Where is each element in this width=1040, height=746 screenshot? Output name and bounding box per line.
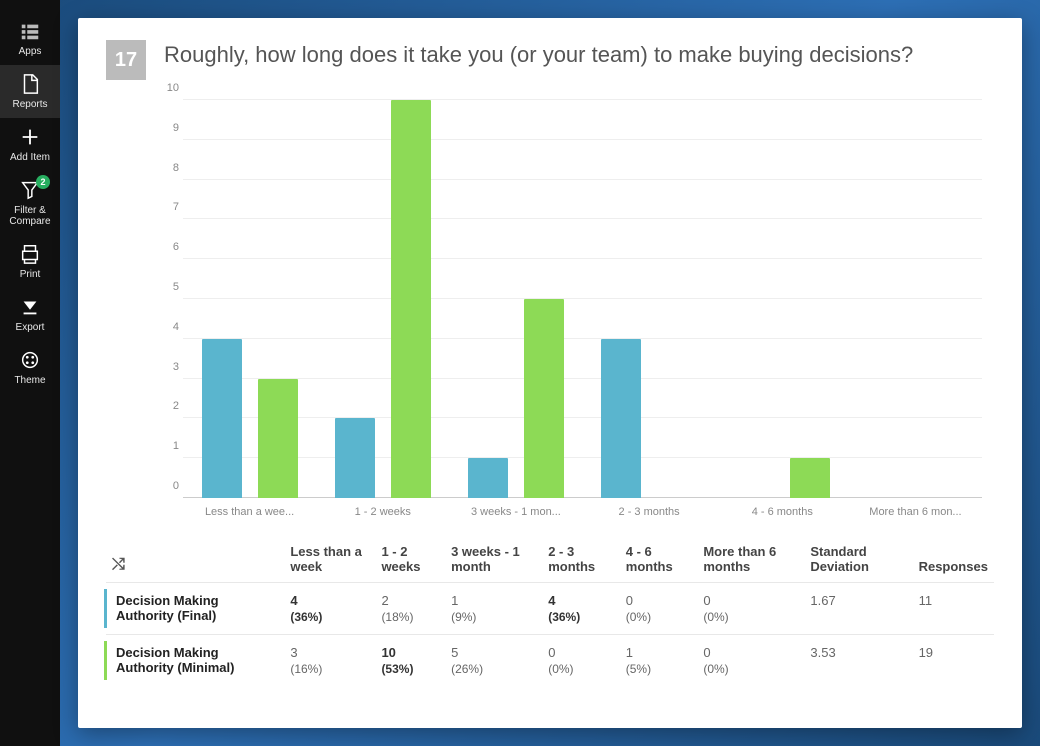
data-cell: 1(9%) (445, 583, 542, 635)
apps-icon (19, 20, 41, 42)
row-label: Decision Making Authority (Minimal) (106, 635, 284, 687)
sidebar-item-apps[interactable]: Apps (0, 12, 60, 65)
column-header: 3 weeks - 1 month (445, 536, 542, 583)
sidebar-item-label: Add Item (0, 152, 60, 163)
sidebar-item-reports[interactable]: Reports (0, 65, 60, 118)
data-cell: 10(53%) (375, 635, 445, 687)
bar[interactable] (524, 299, 564, 498)
sidebar-item-label: Reports (0, 99, 60, 110)
theme-icon (19, 349, 41, 371)
bar[interactable] (391, 100, 431, 498)
bar-group (849, 100, 982, 498)
column-header: Standard Deviation (804, 536, 912, 583)
data-cell: 2(18%) (375, 583, 445, 635)
responses-cell: 11 (913, 583, 994, 635)
y-tick-label: 9 (159, 122, 179, 134)
plus-icon (19, 126, 41, 148)
bar-chart: 012345678910Less than a wee...1 - 2 week… (78, 90, 1022, 528)
column-header: Less than a week (284, 536, 375, 583)
row-label: Decision Making Authority (Final) (106, 583, 284, 635)
sidebar-item-label: Filter & Compare (0, 205, 60, 227)
export-icon (19, 296, 41, 318)
x-tick-label: 2 - 3 months (583, 506, 716, 518)
data-cell: 0(0%) (697, 635, 804, 687)
swap-axes-icon[interactable]: ⤭ (112, 556, 125, 573)
table-row: Decision Making Authority (Minimal)3(16%… (106, 635, 994, 687)
sidebar-item-export[interactable]: Export (0, 288, 60, 341)
print-icon (19, 243, 41, 265)
data-cell: 0(0%) (620, 583, 698, 635)
column-header: More than 6 months (697, 536, 804, 583)
question-title: Roughly, how long does it take you (or y… (164, 40, 913, 70)
bar[interactable] (468, 458, 508, 498)
stddev-cell: 3.53 (804, 635, 912, 687)
data-cell: 5(26%) (445, 635, 542, 687)
data-cell: 3(16%) (284, 635, 375, 687)
bar-group (583, 100, 716, 498)
reports-icon (19, 73, 41, 95)
data-cell: 4(36%) (284, 583, 375, 635)
y-tick-label: 5 (159, 281, 179, 293)
y-tick-label: 4 (159, 321, 179, 333)
bar-group (449, 100, 582, 498)
responses-cell: 19 (913, 635, 994, 687)
x-tick-label: 4 - 6 months (716, 506, 849, 518)
bar-groups (183, 100, 982, 498)
y-tick-label: 0 (159, 480, 179, 492)
data-cell: 1(5%) (620, 635, 698, 687)
bar[interactable] (335, 418, 375, 498)
x-tick-label: More than 6 mon... (849, 506, 982, 518)
report-card: 17 Roughly, how long does it take you (o… (78, 18, 1022, 728)
x-labels: Less than a wee...1 - 2 weeks3 weeks - 1… (183, 506, 982, 518)
bar[interactable] (790, 458, 830, 498)
sidebar-item-label: Export (0, 322, 60, 333)
y-tick-label: 2 (159, 400, 179, 412)
data-cell: 0(0%) (542, 635, 620, 687)
table-row: Decision Making Authority (Final)4(36%)2… (106, 583, 994, 635)
data-cell: 4(36%) (542, 583, 620, 635)
y-tick-label: 3 (159, 361, 179, 373)
filter-badge: 2 (36, 175, 50, 189)
x-tick-label: Less than a wee... (183, 506, 316, 518)
bar-group (183, 100, 316, 498)
data-cell: 0(0%) (697, 583, 804, 635)
bar[interactable] (601, 339, 641, 498)
sidebar-item-label: Print (0, 269, 60, 280)
column-header: 1 - 2 weeks (375, 536, 445, 583)
column-header: 2 - 3 months (542, 536, 620, 583)
y-tick-label: 10 (159, 82, 179, 94)
y-tick-label: 8 (159, 162, 179, 174)
sidebar-item-print[interactable]: Print (0, 235, 60, 288)
bar[interactable] (202, 339, 242, 498)
x-tick-label: 1 - 2 weeks (316, 506, 449, 518)
y-tick-label: 7 (159, 201, 179, 213)
sidebar: Apps Reports Add Item 2 Filter & Compare… (0, 0, 60, 746)
question-header: 17 Roughly, how long does it take you (o… (78, 18, 1022, 90)
column-header: Responses (913, 536, 994, 583)
column-header: 4 - 6 months (620, 536, 698, 583)
sidebar-item-label: Apps (0, 46, 60, 57)
sidebar-item-add[interactable]: Add Item (0, 118, 60, 171)
x-tick-label: 3 weeks - 1 mon... (449, 506, 582, 518)
results-table: ⤭ Less than a week1 - 2 weeks3 weeks - 1 … (106, 536, 994, 686)
bar[interactable] (258, 379, 298, 498)
y-tick-label: 1 (159, 440, 179, 452)
results-table-wrap: ⤭ Less than a week1 - 2 weeks3 weeks - 1 … (78, 528, 1022, 706)
sidebar-item-label: Theme (0, 375, 60, 386)
question-number: 17 (106, 40, 146, 80)
y-tick-label: 6 (159, 241, 179, 253)
stddev-cell: 1.67 (804, 583, 912, 635)
sidebar-item-filter[interactable]: 2 Filter & Compare (0, 171, 60, 235)
bar-group (316, 100, 449, 498)
sidebar-item-theme[interactable]: Theme (0, 341, 60, 394)
bar-group (716, 100, 849, 498)
